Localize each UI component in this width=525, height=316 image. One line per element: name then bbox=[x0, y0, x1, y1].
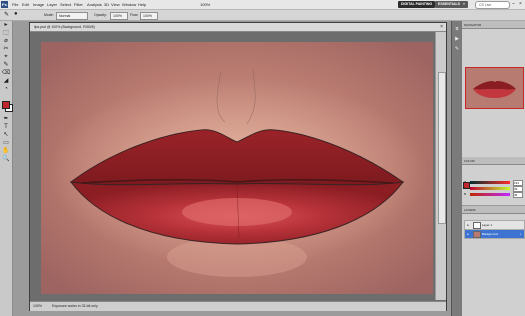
navigator-tab[interactable]: NAVIGATOR bbox=[462, 21, 525, 29]
menu-file[interactable]: File bbox=[12, 2, 18, 7]
close-window-icon[interactable]: × bbox=[517, 1, 524, 7]
brush-icon[interactable]: ✎ bbox=[4, 11, 9, 18]
opacity-input[interactable]: 100% bbox=[110, 12, 128, 20]
foreground-color-swatch[interactable] bbox=[2, 101, 10, 109]
red-slider[interactable]: R 191 bbox=[464, 180, 523, 186]
workspace-essentials-button[interactable]: ESSENTIALS bbox=[435, 1, 463, 8]
photoshop-logo: Ps bbox=[1, 1, 8, 8]
eye-icon[interactable]: ● bbox=[467, 232, 469, 236]
menu-analysis[interactable]: Analysis bbox=[87, 2, 102, 7]
scrollbar-thumb[interactable] bbox=[438, 72, 446, 224]
navigator-panel bbox=[462, 29, 525, 157]
menu-view[interactable]: View bbox=[111, 2, 120, 7]
brush-preset-icon[interactable]: ● bbox=[14, 11, 18, 17]
flow-input[interactable]: 100% bbox=[140, 12, 158, 20]
eye-icon[interactable]: ● bbox=[467, 223, 469, 227]
green-slider[interactable]: G 39 bbox=[464, 186, 523, 192]
zoom-tool-icon[interactable]: 🔍 bbox=[1, 155, 11, 164]
minimize-icon[interactable]: – bbox=[510, 1, 517, 7]
navigator-thumbnail[interactable] bbox=[465, 67, 524, 109]
zoom-level[interactable]: 100% bbox=[200, 2, 210, 7]
menu-3d[interactable]: 3D bbox=[104, 2, 109, 7]
canvas[interactable] bbox=[41, 42, 433, 294]
panels-dock: NAVIGATOR COLOR R 191 G 39 B 45 LAYERS ●… bbox=[462, 21, 525, 316]
color-tab[interactable]: COLOR bbox=[462, 157, 525, 165]
vertical-scrollbar[interactable] bbox=[435, 32, 446, 300]
flow-label: Flow: bbox=[130, 13, 139, 17]
menu-help[interactable]: Help bbox=[138, 2, 146, 7]
layer-thumbnail bbox=[473, 222, 481, 229]
actions-icon[interactable]: ▶ bbox=[453, 35, 461, 43]
menu-image[interactable]: Image bbox=[33, 2, 44, 7]
workspace-digital-painting-button[interactable]: DIGITAL PAINTING bbox=[398, 1, 436, 8]
brushes-icon[interactable]: ✎ bbox=[453, 45, 461, 53]
layer-name: Layer 1 bbox=[482, 223, 493, 227]
layer-row-background[interactable]: ● Background ▪ bbox=[464, 229, 525, 239]
status-bar: 100% Exposure works in 32-bit only bbox=[30, 301, 446, 311]
menu-window[interactable]: Window bbox=[122, 2, 136, 7]
layer-thumbnail bbox=[473, 231, 481, 238]
layers-tab[interactable]: LAYERS bbox=[462, 206, 525, 214]
menu-edit[interactable]: Edit bbox=[22, 2, 29, 7]
close-document-icon[interactable]: × bbox=[440, 24, 443, 30]
workspace-more-button[interactable]: » bbox=[460, 1, 468, 8]
blue-slider[interactable]: B 45 bbox=[464, 192, 523, 198]
status-info: Exposure works in 32-bit only bbox=[52, 304, 98, 308]
history-icon[interactable]: ⧖ bbox=[453, 25, 461, 33]
status-zoom[interactable]: 100% bbox=[33, 304, 42, 308]
lips-painting bbox=[41, 42, 433, 294]
menu-filter[interactable]: Filter bbox=[74, 2, 83, 7]
mode-select[interactable]: Normal bbox=[56, 12, 88, 20]
lock-icon: ▪ bbox=[520, 232, 522, 236]
opacity-label: Opacity: bbox=[94, 13, 107, 17]
color-panel: R 191 G 39 B 45 bbox=[462, 165, 525, 205]
menu-bar: Ps File Edit Image Layer Select Filter A… bbox=[0, 0, 525, 10]
document-title: lips.psd @ 100% (Background, RGB/8) bbox=[34, 25, 95, 29]
options-bar: ✎ ● Mode: Normal Opacity: 100% Flow: 100… bbox=[0, 10, 525, 21]
document-tab[interactable]: lips.psd @ 100% (Background, RGB/8) × bbox=[30, 23, 446, 32]
document-window: lips.psd @ 100% (Background, RGB/8) × 10… bbox=[29, 22, 447, 311]
mode-label: Mode: bbox=[44, 13, 54, 17]
cs-live-search[interactable]: CS Live bbox=[475, 1, 510, 9]
menu-layer[interactable]: Layer bbox=[47, 2, 57, 7]
toolbox: ▸ ⬚ ⌀ ✂ ⌖ ✎ ⌫ ◢ ◔ ✒ T ↖ ▭ ✋ 🔍 bbox=[0, 21, 13, 316]
layer-name: Background bbox=[482, 232, 499, 236]
menu-select[interactable]: Select bbox=[60, 2, 71, 7]
layers-panel: ● Layer 1 ● Background ▪ bbox=[462, 214, 525, 316]
dodge-tool-icon[interactable]: ◔ bbox=[1, 85, 11, 94]
